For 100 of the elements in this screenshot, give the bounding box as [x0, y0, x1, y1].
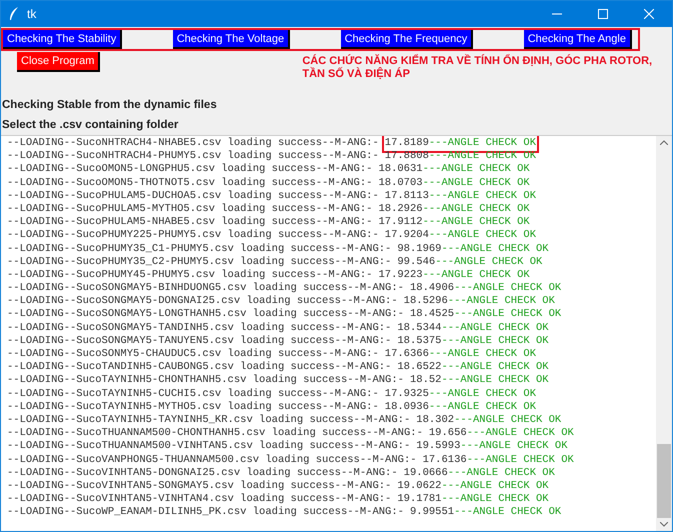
close-program-button[interactable]: Close Program [17, 52, 100, 72]
check-button[interactable]: Checking The Voltage [172, 30, 290, 49]
maximize-icon [598, 9, 608, 19]
log-text: --LOADING--SucoVINHTAN5-VINHTAN4.csv loading success--M-ANG:- [7, 493, 392, 506]
status-text: ---ANGLE CHECK OK [428, 150, 536, 164]
angle-value: 18.302 [416, 414, 454, 428]
angle-value: 17.8113 [384, 190, 429, 203]
status-text: ---ANGLE CHECK OK [460, 440, 568, 454]
status-text: ---ANGLE CHECK OK [428, 348, 536, 362]
angle-value: 19.656 [428, 427, 467, 440]
angle-value: 18.5344 [397, 322, 442, 335]
angle-value: 17.9204 [384, 229, 429, 242]
status-text: ---ANGLE CHECK OK [448, 295, 555, 308]
angle-value: 18.6522 [397, 361, 442, 374]
status-text: ---ANGLE CHECK OK [466, 427, 574, 440]
scrollbar[interactable] [656, 136, 672, 531]
angle-value: 18.5375 [397, 334, 442, 348]
angle-value: 19.1781 [397, 493, 442, 506]
log-text: --LOADING--SucoSONGMAY5-DONGNAI25.csv loading success--M-ANG:- [7, 295, 398, 308]
status-text: ---ANGLE CHECK OK [454, 282, 562, 296]
status-text: ---ANGLE CHECK OK [454, 414, 562, 428]
log-text: --LOADING--SucoTANDINH5-CAUBONG5.csv loading success--M-ANG:- [7, 361, 392, 374]
scroll-thumb[interactable] [657, 444, 671, 518]
status-text: ---ANGLE CHECK OK [448, 466, 555, 480]
angle-value: 17.9325 [384, 388, 429, 401]
window-title: tk [27, 7, 36, 21]
log-text: --LOADING--SucoTAYNINH5-MYTHO5.csv loading success--M-ANG:- [7, 400, 379, 414]
angle-value: 17.6366 [384, 348, 429, 362]
log-text: --LOADING--SucoSONGMAY5-LONGTHANH5.csv loading success--M-ANG:- [7, 308, 404, 322]
log-text: --LOADING--SucoTHUANNAM500-CHONTHANH5.csv loading success--M-ANG:- [7, 427, 423, 440]
angle-value: 98.1969 [397, 242, 442, 256]
status-text: ---ANGLE CHECK OK [441, 361, 549, 374]
status-text: ---ANGLE CHECK OK [441, 322, 549, 335]
log-text: --LOADING--SucoPHUMY45-PHUMY5.csv loading success--M-ANG:- [7, 268, 372, 282]
log-text: --LOADING--SucoWP_EANAM-DILINH5_PK.csv loading success--M-ANG:- [7, 506, 404, 520]
angle-value: 17.6136 [422, 454, 467, 467]
log-text: --LOADING--SucoVINHTAN5-SONGMAY5.csv loading success--M-ANG:- [7, 480, 392, 493]
angle-value: 19.0666 [404, 466, 448, 480]
status-text: ---ANGLE CHECK OK [441, 480, 549, 494]
log-text: --LOADING--SucoTAYNINH5-CUCHI5.csv loading success--M-ANG:- [7, 388, 379, 401]
angle-value: 18.2926 [378, 202, 423, 216]
angle-value: 17.8808 [384, 150, 429, 164]
status-text: ---ANGLE CHECK OK [441, 242, 549, 256]
status-text: ---ANGLE CHECK OK [422, 163, 530, 177]
angle-value: 9.99551 [410, 506, 454, 520]
status-text: ---ANGLE CHECK OK [454, 308, 562, 322]
angle-value: 18.4906 [410, 282, 454, 296]
log-text: --LOADING--SucoNHTRACH4-PHUMY5.csv loading success--M-ANG:- [7, 150, 379, 163]
log-text: --LOADING--SucoTAYNINH5-TAYNINH5_KR.csv loading success--M-ANG:- [7, 414, 410, 427]
scroll-up-icon[interactable] [660, 140, 668, 145]
angle-value: 18.0703 [378, 176, 423, 190]
angle-value: 17.8189 [384, 137, 429, 150]
status-text: ---ANGLE CHECK OK [441, 374, 549, 388]
angle-value: 18.0936 [384, 400, 429, 414]
status-text: ---ANGLE CHECK OK [454, 506, 562, 520]
status-text: ---ANGLE CHECK OK [428, 229, 536, 242]
folder-label: Select the .csv containing folder [2, 118, 180, 133]
check-button[interactable]: Checking The Frequency [340, 30, 474, 49]
status-text: ---ANGLE CHECK OK [428, 137, 536, 150]
log-text: --LOADING--SucoOMON5-THOTNOT5.csv loading success--M-ANG:- [7, 176, 372, 190]
angle-value: 19.5993 [416, 440, 460, 454]
log-text: --LOADING--SucoPHULAM5-DUCHOA5.csv loading success--M-ANG:- [7, 190, 379, 203]
heading: Checking Stable from the dynamic files [2, 98, 218, 113]
log-text: --LOADING--SucoSONGMAY5-BINHDUONG5.csv loading success--M-ANG:- [7, 282, 404, 295]
status-text: ---ANGLE CHECK OK [428, 190, 536, 203]
check-button[interactable]: Checking The Angle [524, 30, 632, 49]
log-text: --LOADING--SucoPHULAM5-MYTHO5.csv loading success--M-ANG:- [7, 202, 372, 216]
scroll-down-icon[interactable] [660, 522, 668, 527]
close-icon [644, 9, 654, 19]
log-text: --LOADING--SucoOMON5-LONGPHU5.csv loading success--M-ANG:- [7, 163, 372, 177]
status-text: ---ANGLE CHECK OK [441, 334, 549, 348]
angle-value: 18.5296 [404, 295, 448, 308]
status-text: ---ANGLE CHECK OK [435, 256, 542, 269]
angle-value: 99.546 [397, 256, 436, 269]
angle-value: 18.52 [410, 374, 442, 388]
status-text: ---ANGLE CHECK OK [428, 400, 536, 414]
log-text: --LOADING--SucoNHTRACH4-NHABE5.csv loading success--M-ANG:- [7, 137, 379, 150]
angle-value: 18.0631 [378, 163, 423, 177]
status-text: ---ANGLE CHECK OK [422, 216, 530, 230]
log-text: --LOADING--SucoVANPHONG5-THUANNAM500.csv loading success--M-ANG:- [7, 454, 417, 467]
status-text: ---ANGLE CHECK OK [441, 493, 549, 506]
status-text: ---ANGLE CHECK OK [422, 176, 530, 190]
log-text: --LOADING--SucoPHUMY225-PHUMY5.csv loading success--M-ANG:- [7, 229, 379, 242]
angle-value: 17.9223 [378, 268, 423, 282]
status-text: ---ANGLE CHECK OK [428, 388, 536, 401]
log-text: --LOADING--SucoPHUMY35_C2-PHUMY5.csv loading success--M-ANG:- [7, 256, 392, 269]
angle-value: 17.9112 [378, 216, 423, 230]
angle-value: 18.4525 [410, 308, 454, 322]
log-text: --LOADING--SucoVINHTAN5-DONGNAI25.csv loading success--M-ANG:- [7, 466, 398, 480]
log-text: --LOADING--SucoPHUMY35_C1-PHUMY5.csv loading success--M-ANG:- [7, 242, 392, 256]
status-text: ---ANGLE CHECK OK [466, 454, 574, 467]
angle-value: 19.0622 [397, 480, 442, 494]
log-text: --LOADING--SucoSONGMAY5-TANUYEN5.csv loading success--M-ANG:- [7, 334, 392, 348]
log-text: --LOADING--SucoPHULAM5-NHABE5.csv loading success--M-ANG:- [7, 216, 372, 229]
log-text: --LOADING--SucoTHUANNAM500-VINHTAN5.csv loading success--M-ANG:- [7, 440, 410, 454]
feather-icon [9, 7, 19, 21]
annotation-text: CÁC CHỨC NĂNG KIỂM TRA VỀ TÍNH ỔN ĐỊNH, GÓC PHA ROTOR, TẦN SỐ VÀ ĐIỆN ÁP [302, 55, 654, 81]
log-text: --LOADING--SucoTAYNINH5-CHONTHANH5.csv loading success--M-ANG:- [7, 374, 404, 388]
status-text: ---ANGLE CHECK OK [422, 202, 530, 216]
check-button[interactable]: Checking The Stability [3, 30, 122, 49]
